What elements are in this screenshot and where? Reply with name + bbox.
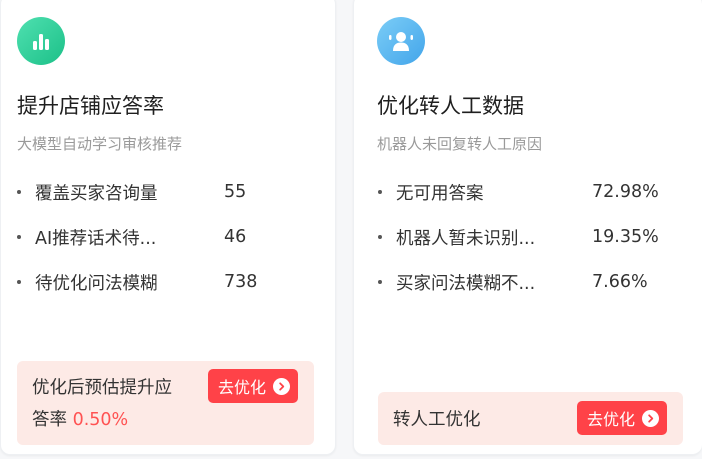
- metric-label: 无可用答案: [396, 183, 484, 204]
- bullet-icon: [17, 280, 21, 284]
- bullet-icon: [378, 235, 382, 239]
- footer-text: 转人工优化: [393, 410, 481, 430]
- metric-value: 7.66%: [592, 272, 648, 292]
- bullet-icon: [17, 190, 21, 194]
- metric-value: 46: [224, 227, 247, 247]
- metric-value: 55: [224, 182, 247, 202]
- footer-line2-label: 答率: [32, 410, 67, 430]
- metric-row: 买家问法模糊不... 7.66%: [378, 270, 678, 294]
- optimization-footer: 优化后预估提升应 答率 0.50% 去优化: [17, 361, 314, 445]
- card-subtitle: 大模型自动学习审核推荐: [17, 135, 183, 153]
- metric-value: 72.98%: [592, 182, 659, 202]
- card-improve-response-rate: 提升店铺应答率 大模型自动学习审核推荐 覆盖买家咨询量 55 AI推荐话术待..…: [0, 0, 336, 455]
- card-title: 优化转人工数据: [377, 94, 524, 118]
- metric-row: 无可用答案 72.98%: [378, 180, 678, 204]
- footer-line2: 答率 0.50%: [32, 406, 128, 431]
- optimize-button-label: 去优化: [218, 378, 267, 397]
- metric-label: 待优化问法模糊: [35, 273, 158, 294]
- bar-chart-icon: [17, 17, 65, 65]
- estimated-increase-value: 0.50%: [72, 410, 129, 430]
- chevron-right-icon: [642, 409, 660, 427]
- metric-label: 覆盖买家咨询量: [35, 183, 158, 204]
- robot-agent-icon: [377, 17, 425, 65]
- metric-label: 买家问法模糊不...: [396, 273, 536, 294]
- metric-row: AI推荐话术待... 46: [17, 225, 297, 249]
- metric-label: 机器人暂未识别...: [396, 228, 536, 249]
- metric-row: 覆盖买家咨询量 55: [17, 180, 297, 204]
- bullet-icon: [378, 280, 382, 284]
- card-optimize-transfer-data: 优化转人工数据 机器人未回复转人工原因 无可用答案 72.98% 机器人暂未识别…: [353, 0, 702, 455]
- metric-value: 19.35%: [592, 227, 659, 247]
- chevron-right-icon: [273, 377, 291, 395]
- metric-row: 机器人暂未识别... 19.35%: [378, 225, 678, 249]
- metric-row: 待优化问法模糊 738: [17, 270, 297, 294]
- bullet-icon: [378, 190, 382, 194]
- footer-line1: 优化后预估提升应: [32, 378, 172, 398]
- metric-value: 738: [224, 272, 258, 292]
- metric-label: AI推荐话术待...: [35, 228, 157, 249]
- bullet-icon: [17, 235, 21, 239]
- card-title: 提升店铺应答率: [17, 94, 164, 118]
- optimize-button-label: 去优化: [587, 410, 636, 429]
- optimize-button[interactable]: 去优化: [577, 401, 668, 435]
- optimize-button[interactable]: 去优化: [208, 369, 299, 403]
- transfer-footer: 转人工优化 去优化: [378, 392, 683, 445]
- card-subtitle: 机器人未回复转人工原因: [377, 135, 543, 153]
